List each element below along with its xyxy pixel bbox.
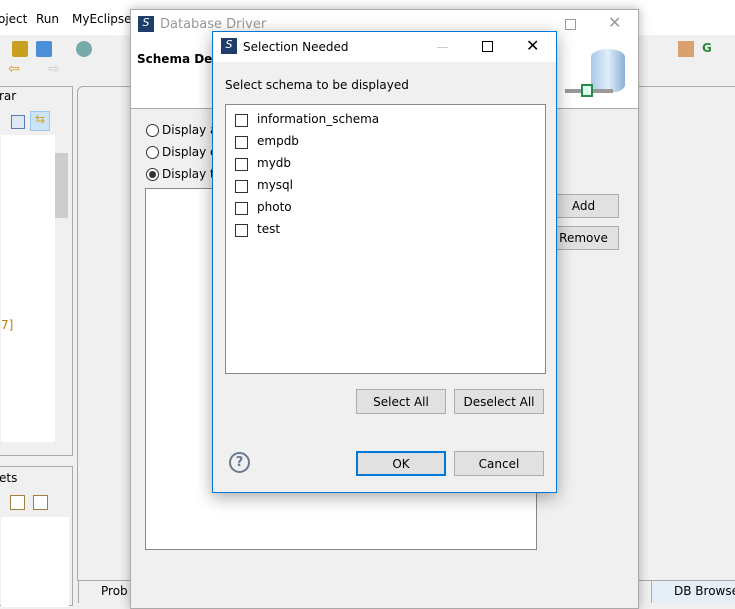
add-icon[interactable] <box>678 41 694 57</box>
forward-arrow-icon[interactable]: ⇨ <box>48 61 64 77</box>
back-arrow-icon[interactable]: ⇦ <box>8 61 24 77</box>
menu-run[interactable]: Run <box>36 12 59 26</box>
maximize-button[interactable] <box>482 41 493 52</box>
add-button[interactable]: Add <box>548 194 619 218</box>
new-class-icon[interactable] <box>36 41 52 57</box>
menu-project[interactable]: oject <box>0 12 27 26</box>
radio-label-1: Display a <box>162 123 218 137</box>
schema-item: information_schema <box>257 112 380 126</box>
list-area <box>1 517 69 607</box>
new-package-icon[interactable] <box>12 41 28 57</box>
dialog-title-bar: S Selection Needed ✕ <box>213 32 556 62</box>
radio-option-1[interactable] <box>146 124 159 137</box>
menu-myeclipse[interactable]: MyEclipse <box>72 12 132 26</box>
schema-item: mydb <box>257 156 292 170</box>
checkbox-information-schema[interactable] <box>235 114 248 127</box>
schema-checklist: information_schema empdb mydb mysql phot… <box>225 104 546 374</box>
radio-label-3: Display t <box>162 167 215 181</box>
run-icon[interactable]: G <box>702 41 718 57</box>
selection-needed-dialog: S Selection Needed ✕ Select schema to be… <box>212 31 557 493</box>
view-tab[interactable]: ets <box>0 471 17 485</box>
zoom-100-icon[interactable] <box>10 495 25 510</box>
link-editor-icon[interactable]: ⇆ <box>30 111 50 131</box>
schema-item: empdb <box>257 134 299 148</box>
help-icon[interactable]: ? <box>229 452 250 473</box>
checkbox-empdb[interactable] <box>235 136 248 149</box>
close-button[interactable]: ✕ <box>526 36 539 55</box>
dialog-title: Selection Needed <box>243 40 349 54</box>
checkbox-mydb[interactable] <box>235 158 248 171</box>
schema-item: mysql <box>257 178 293 192</box>
window-title: Database Driver <box>160 17 267 32</box>
select-all-button[interactable]: Select All <box>356 389 446 414</box>
schema-item: photo <box>257 200 292 214</box>
radio-option-3[interactable] <box>146 168 159 181</box>
remove-button[interactable]: Remove <box>548 226 619 250</box>
maximize-button[interactable] <box>565 19 576 30</box>
ok-button[interactable]: OK <box>356 451 446 476</box>
connector-node-icon <box>581 84 593 97</box>
web-service-icon[interactable] <box>76 41 92 57</box>
checkbox-mysql[interactable] <box>235 180 248 193</box>
problems-tab-label: Prob <box>101 584 128 598</box>
close-button[interactable]: ✕ <box>608 13 621 32</box>
schema-item: test <box>257 222 281 236</box>
bottom-tab-problems[interactable]: Prob <box>78 580 138 603</box>
app-icon: S <box>138 16 154 32</box>
database-icon <box>591 49 625 93</box>
checkbox-photo[interactable] <box>235 202 248 215</box>
deselect-all-button[interactable]: Deselect All <box>454 389 544 414</box>
radio-option-2[interactable] <box>146 146 159 159</box>
db-browser-tab-label: DB Browse <box>674 584 735 598</box>
radio-label-2: Display c <box>162 145 217 159</box>
minimize-button[interactable] <box>437 47 448 48</box>
app-icon: S <box>221 38 237 54</box>
vertical-scrollbar[interactable] <box>55 153 68 218</box>
bottom-tab-db-browser[interactable]: DB Browse <box>651 580 735 603</box>
left-view-top: rar ⇆ 7] <box>0 86 73 456</box>
tree-text: 7] <box>1 318 14 332</box>
prompt-label: Select schema to be displayed <box>225 78 409 92</box>
view-tab[interactable]: rar <box>0 89 19 103</box>
tree-area: 7] <box>1 135 55 442</box>
checkbox-test[interactable] <box>235 224 248 237</box>
cancel-button[interactable]: Cancel <box>454 451 544 476</box>
collapse-all-icon[interactable] <box>11 115 25 129</box>
fit-icon[interactable] <box>33 495 48 510</box>
left-view-bottom: ets <box>0 466 73 607</box>
